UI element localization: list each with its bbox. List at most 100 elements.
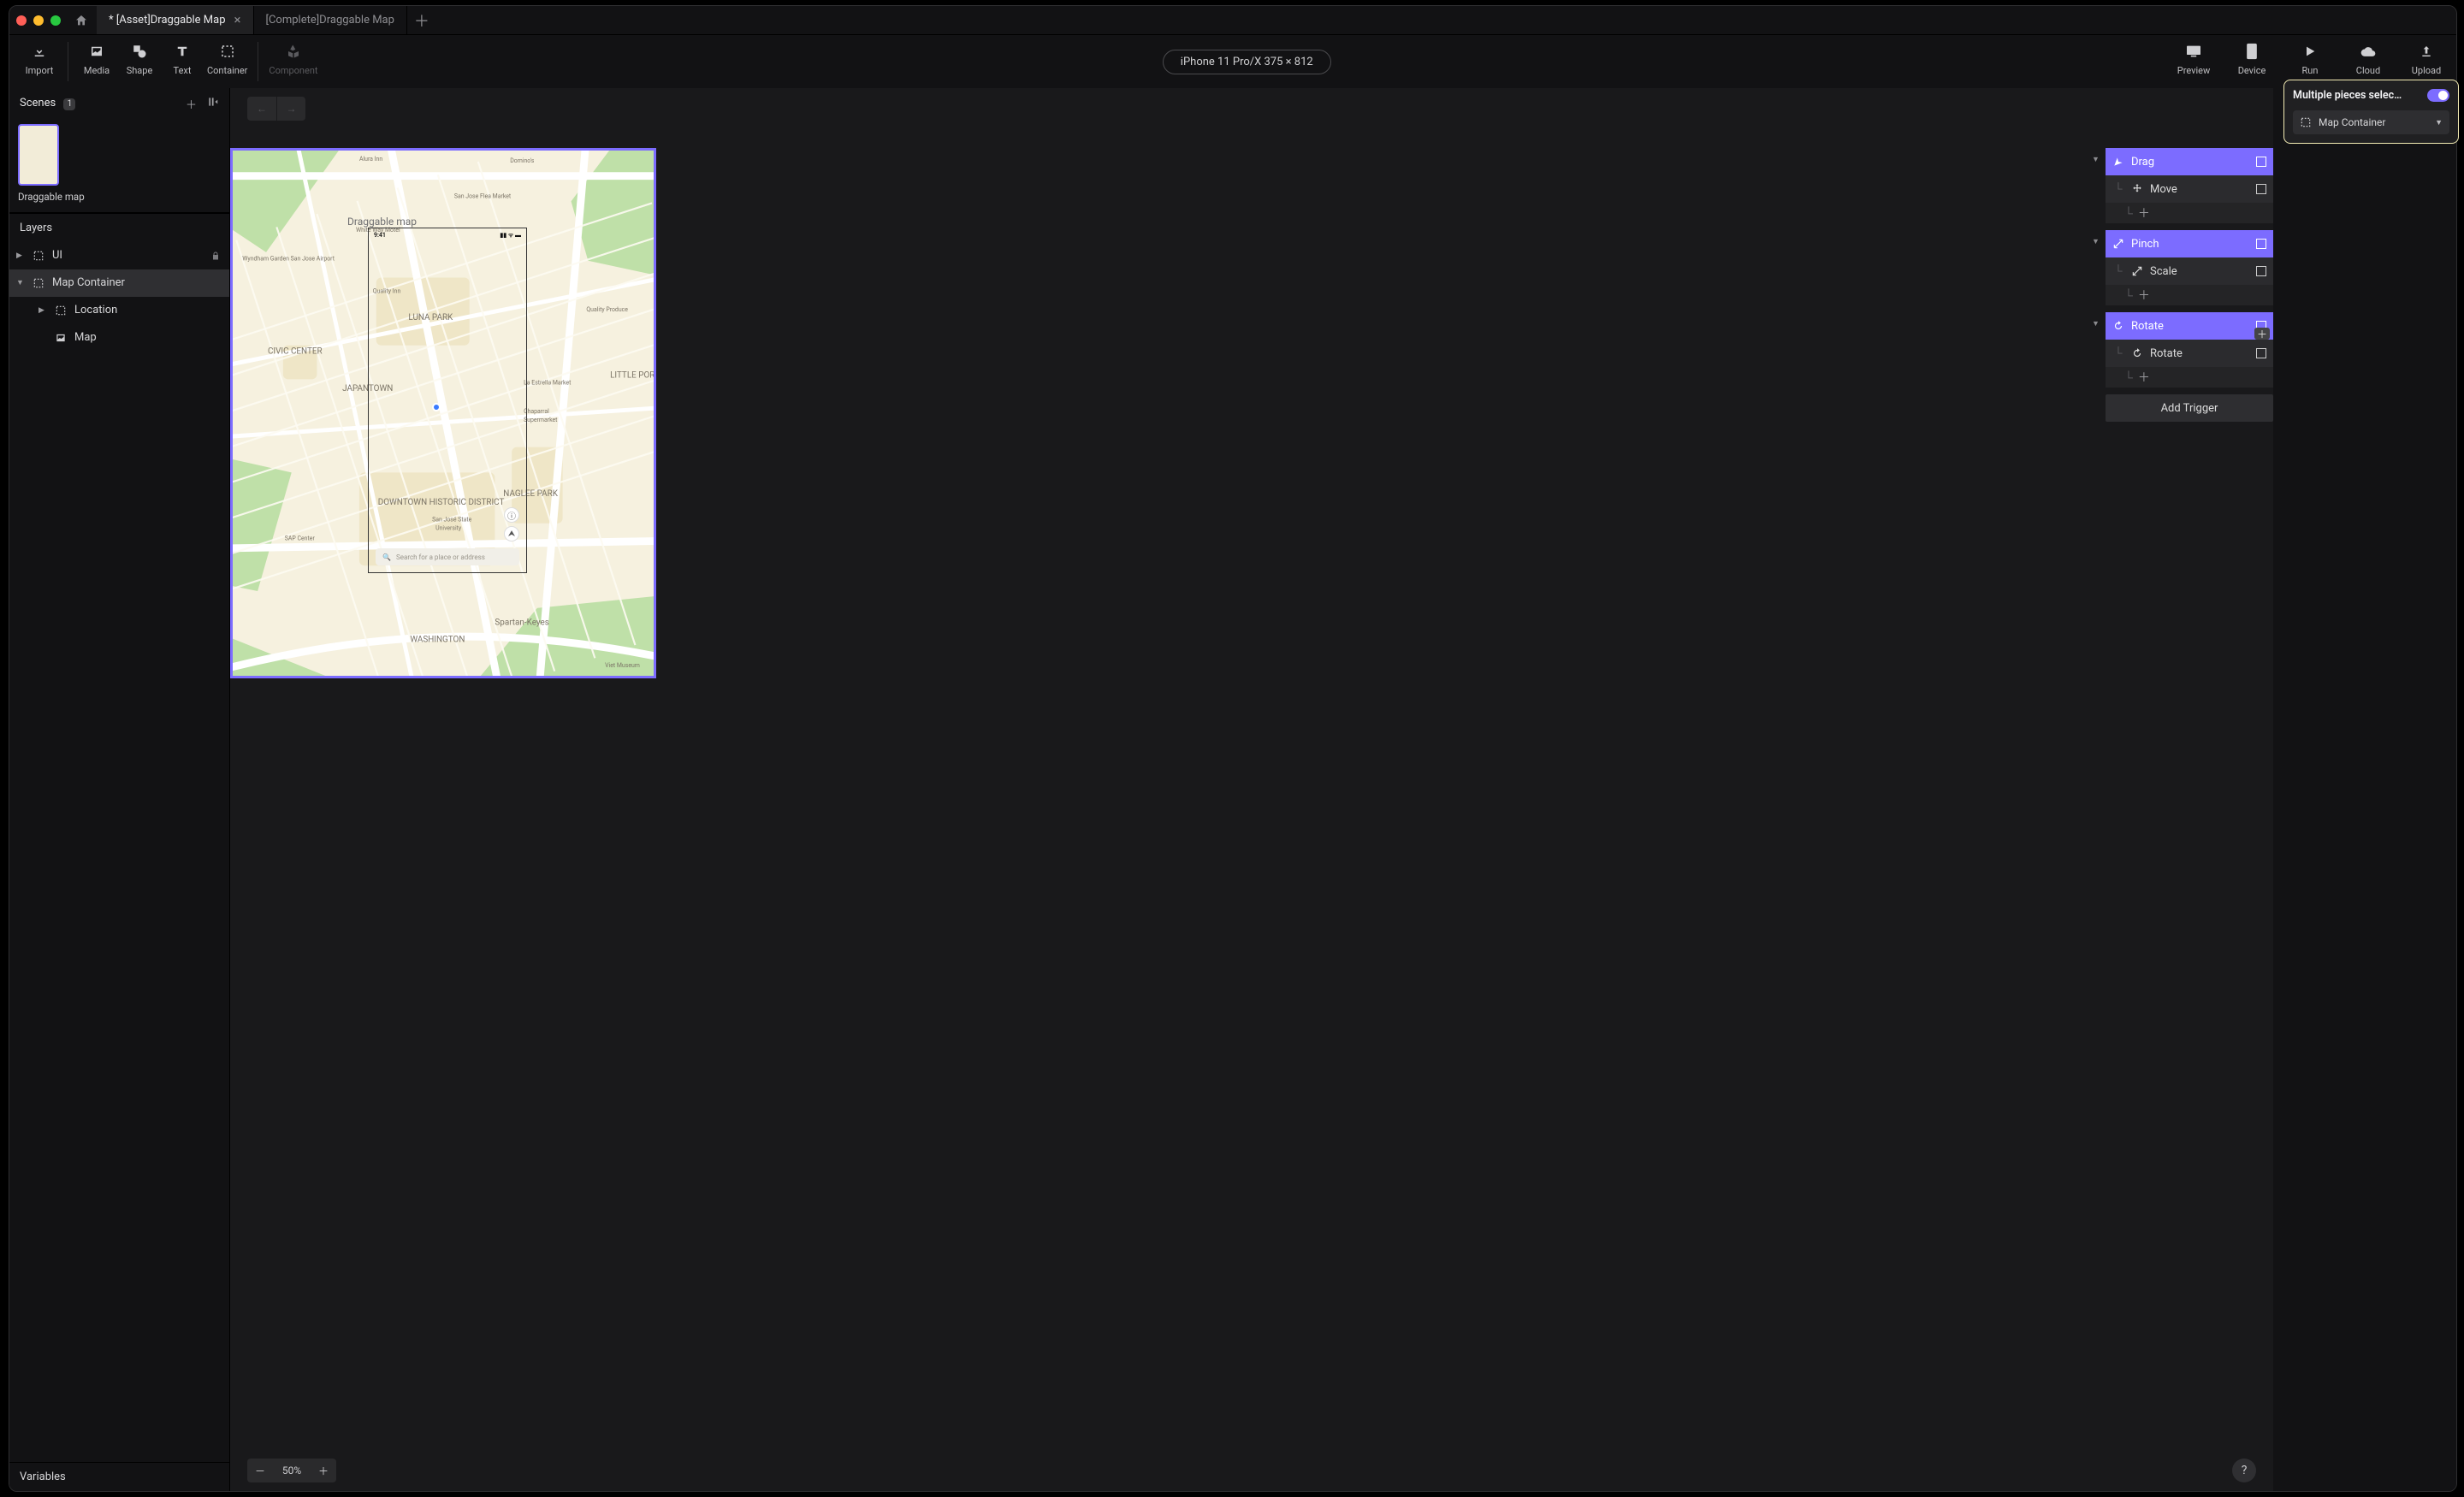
add-trigger-button[interactable]: Add Trigger bbox=[2106, 394, 2273, 422]
back-button[interactable]: ← bbox=[247, 97, 276, 121]
action-move[interactable]: └ Move bbox=[2106, 175, 2273, 203]
trigger-checkbox[interactable] bbox=[2256, 239, 2266, 249]
caret-right-icon: ▶ bbox=[38, 306, 47, 315]
svg-text:Wyndham Garden San Jose Airpor: Wyndham Garden San Jose Airport bbox=[242, 256, 335, 263]
action-checkbox[interactable] bbox=[2256, 184, 2266, 194]
svg-text:Viet Museum: Viet Museum bbox=[605, 662, 640, 669]
add-action-rotate[interactable]: └＋ bbox=[2106, 367, 2273, 388]
zoom-in-button[interactable]: ＋ bbox=[311, 1464, 336, 1478]
location-dot-icon bbox=[432, 403, 441, 411]
action-scale[interactable]: └ Scale bbox=[2106, 257, 2273, 285]
search-icon: 🔍 bbox=[382, 553, 391, 561]
help-button[interactable]: ? bbox=[2232, 1459, 2256, 1482]
variables-header[interactable]: Variables bbox=[9, 1462, 229, 1491]
action-move-label: Move bbox=[2150, 183, 2177, 196]
canvas-scene-label: Draggable map bbox=[347, 216, 417, 228]
selection-combo[interactable]: Map Container ▼ bbox=[2293, 110, 2449, 134]
inspector-title: Multiple pieces selec… bbox=[2293, 89, 2402, 102]
svg-text:CIVIC CENTER: CIVIC CENTER bbox=[268, 347, 323, 357]
action-rotate-label: Rotate bbox=[2150, 347, 2183, 360]
import-icon bbox=[32, 42, 47, 61]
stage-selection[interactable]: Alura Inn Domino's San Jose Flea Market … bbox=[230, 148, 656, 678]
media-button[interactable]: Media bbox=[75, 40, 118, 78]
canvas[interactable]: ← → bbox=[230, 88, 2273, 1491]
layer-map-container-label: Map Container bbox=[52, 276, 125, 289]
svg-text:Quality Produce: Quality Produce bbox=[586, 306, 628, 313]
map-search-input[interactable]: 🔍 Search for a place or address bbox=[376, 548, 519, 565]
status-time: 9:41 bbox=[374, 232, 386, 239]
trigger-checkbox[interactable] bbox=[2256, 157, 2266, 167]
upload-icon bbox=[2420, 42, 2433, 61]
layer-map-container[interactable]: ▼ Map Container bbox=[9, 269, 229, 297]
trigger-drag[interactable]: ▼ Drag bbox=[2106, 148, 2273, 175]
shape-icon bbox=[132, 42, 147, 61]
action-rotate[interactable]: ＋ └ Rotate bbox=[2106, 340, 2273, 367]
layer-map-label: Map bbox=[74, 331, 97, 344]
scene-item[interactable]: Draggable map bbox=[9, 119, 229, 213]
add-action-drag[interactable]: └＋ bbox=[2106, 203, 2273, 223]
home-button[interactable] bbox=[73, 12, 90, 29]
action-scale-label: Scale bbox=[2150, 265, 2177, 278]
shape-label: Shape bbox=[127, 65, 153, 76]
layer-location-label: Location bbox=[74, 304, 117, 317]
device-selector[interactable]: iPhone 11 Pro/X 375 × 812 bbox=[1163, 50, 1331, 74]
text-button[interactable]: Text bbox=[161, 40, 204, 78]
close-tab-icon[interactable]: × bbox=[234, 14, 241, 27]
scenes-header: Scenes 1 ＋ bbox=[9, 88, 229, 119]
cloud-icon bbox=[2360, 42, 2377, 61]
tab-inactive[interactable]: [Complete]Draggable Map bbox=[254, 6, 407, 34]
close-window-button[interactable] bbox=[16, 15, 27, 26]
scene-options-icon[interactable] bbox=[207, 96, 219, 112]
svg-text:WASHINGTON: WASHINGTON bbox=[410, 635, 465, 644]
map-search-placeholder: Search for a place or address bbox=[396, 553, 485, 561]
svg-text:San Jose Flea Market: San Jose Flea Market bbox=[454, 192, 512, 199]
action-checkbox[interactable] bbox=[2256, 266, 2266, 276]
container-button[interactable]: Container bbox=[204, 40, 251, 78]
shape-button[interactable]: Shape bbox=[118, 40, 161, 78]
run-label: Run bbox=[2302, 65, 2319, 76]
upload-button[interactable]: Upload bbox=[2405, 40, 2448, 78]
layer-ui[interactable]: ▶ UI bbox=[9, 242, 229, 269]
minimize-window-button[interactable] bbox=[33, 15, 44, 26]
run-button[interactable]: Run bbox=[2289, 40, 2331, 78]
trigger-rotate[interactable]: ▼ Rotate bbox=[2106, 312, 2273, 340]
container-icon bbox=[32, 249, 45, 263]
scenes-count: 1 bbox=[63, 98, 75, 110]
trigger-pinch-label: Pinch bbox=[2131, 238, 2159, 251]
tab-active-label: * [Asset]Draggable Map bbox=[109, 14, 226, 27]
window-controls bbox=[16, 15, 61, 26]
move-icon bbox=[2131, 183, 2143, 195]
add-scene-button[interactable]: ＋ bbox=[186, 96, 197, 112]
drag-icon bbox=[2112, 156, 2124, 168]
chevron-down-icon: ▼ bbox=[2092, 155, 2100, 164]
add-chip-icon[interactable]: ＋ bbox=[2254, 328, 2270, 340]
compass-icon: ⮝ bbox=[504, 526, 519, 541]
zoom-window-button[interactable] bbox=[50, 15, 61, 26]
cloud-button[interactable]: Cloud bbox=[2347, 40, 2390, 78]
layer-map[interactable]: Map bbox=[9, 324, 229, 352]
selection-toggle[interactable] bbox=[2427, 89, 2449, 102]
trigger-pinch[interactable]: ▼ Pinch bbox=[2106, 230, 2273, 257]
image-icon bbox=[54, 331, 68, 345]
add-tab-button[interactable]: ＋ bbox=[407, 6, 436, 34]
zoom-out-button[interactable]: － bbox=[247, 1464, 273, 1478]
zoom-value[interactable]: 50% bbox=[273, 1464, 311, 1476]
preview-button[interactable]: Preview bbox=[2172, 40, 2215, 78]
forward-button[interactable]: → bbox=[276, 97, 305, 121]
add-action-pinch[interactable]: └＋ bbox=[2106, 285, 2273, 305]
left-sidebar: Scenes 1 ＋ Draggable map Layers ▶ UI bbox=[9, 88, 230, 1491]
media-icon bbox=[89, 42, 104, 61]
tab-active[interactable]: * [Asset]Draggable Map × bbox=[97, 6, 254, 34]
lock-icon[interactable] bbox=[210, 251, 222, 261]
svg-text:La Estrella Market: La Estrella Market bbox=[524, 379, 572, 386]
layer-location[interactable]: ▶ Location bbox=[9, 297, 229, 324]
import-button[interactable]: Import bbox=[18, 40, 61, 78]
component-button[interactable]: Component bbox=[265, 40, 321, 78]
container-icon bbox=[54, 304, 68, 317]
svg-text:Domino's: Domino's bbox=[510, 157, 534, 164]
chevron-down-icon: ▼ bbox=[2092, 237, 2100, 246]
device-button[interactable]: Device bbox=[2230, 40, 2273, 78]
action-checkbox[interactable] bbox=[2256, 348, 2266, 358]
component-label: Component bbox=[269, 65, 317, 76]
scene-thumbnail bbox=[18, 124, 59, 186]
